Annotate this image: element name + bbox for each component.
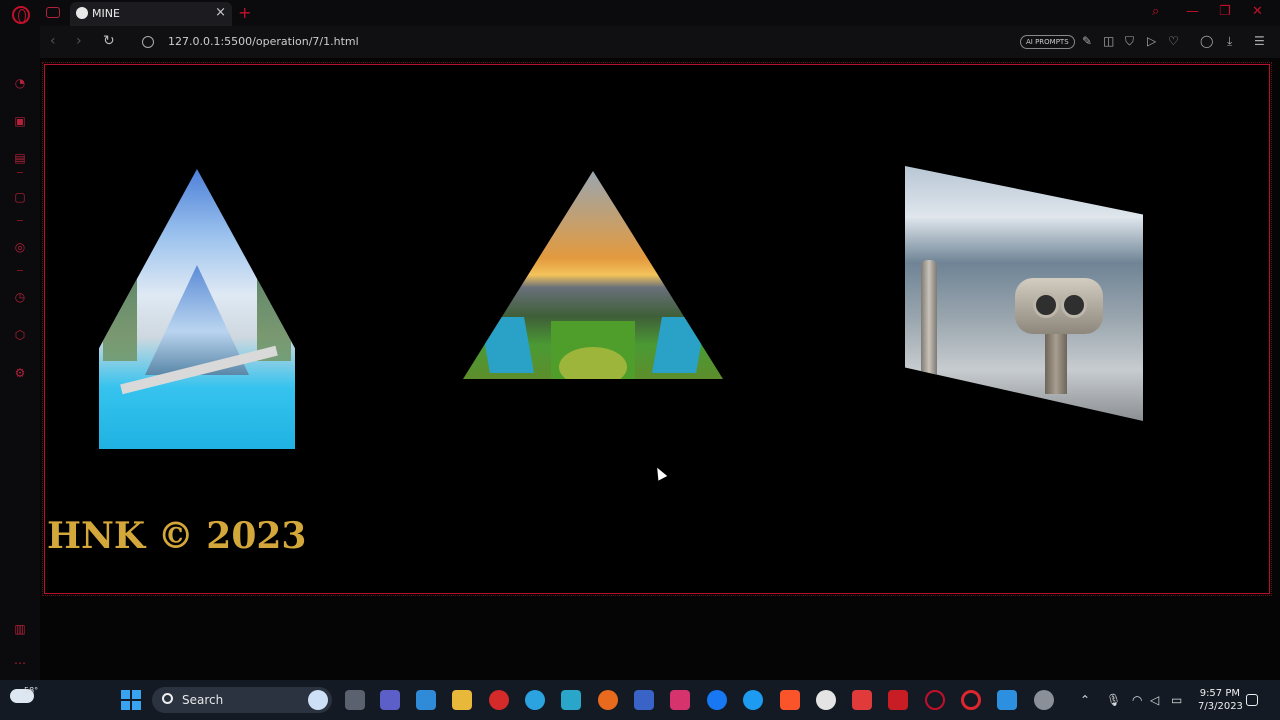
facebook-icon[interactable] bbox=[707, 690, 727, 710]
speed-dial-icon[interactable]: ◔ bbox=[13, 76, 27, 90]
search-icon bbox=[162, 693, 173, 704]
url-field[interactable]: 127.0.0.1:5500/operation/7/1.html bbox=[168, 35, 359, 48]
history-icon[interactable]: ◷ bbox=[13, 290, 27, 304]
image-detail bbox=[480, 317, 534, 373]
tab-mine[interactable]: MINE × bbox=[70, 2, 232, 26]
app-badge-icon[interactable] bbox=[1034, 690, 1054, 710]
clock-time: 9:57 PM bbox=[1199, 688, 1240, 699]
camera-icon[interactable]: ◫ bbox=[1103, 34, 1114, 48]
taskbar: 58° Search ⌃ 🎙 ◠ ◁ ▭ 9:57 PM 7/3/2023 bbox=[0, 680, 1280, 720]
battery-icon[interactable]: ▭ bbox=[1171, 693, 1182, 707]
wps-icon[interactable] bbox=[888, 690, 908, 710]
file-explorer-icon[interactable] bbox=[452, 690, 472, 710]
chat-icon[interactable] bbox=[380, 690, 400, 710]
vscode-icon[interactable] bbox=[997, 690, 1017, 710]
new-tab-button[interactable]: + bbox=[238, 3, 251, 22]
footer-copyright: HNK © 2023 bbox=[47, 515, 307, 557]
bing-icon bbox=[308, 690, 328, 710]
s-app-icon[interactable] bbox=[852, 690, 872, 710]
search-label: Search bbox=[182, 693, 224, 707]
forward-button[interactable]: › bbox=[76, 33, 82, 49]
sidebar: ◔ ▣ ▤ ▢ ◎ ◷ ⬡ ⚙ ▥ ⋯ bbox=[0, 26, 40, 680]
image-detail bbox=[559, 347, 627, 379]
task-view-icon[interactable] bbox=[345, 690, 365, 710]
more-icon[interactable]: ⋯ bbox=[13, 656, 27, 670]
workspace-icon[interactable]: ▣ bbox=[13, 114, 27, 128]
pinboard-icon[interactable]: ◎ bbox=[13, 240, 27, 254]
edge-icon[interactable] bbox=[525, 690, 545, 710]
tray-chevron-icon[interactable]: ⌃ bbox=[1080, 693, 1090, 707]
extensions-icon[interactable]: ⬡ bbox=[13, 328, 27, 342]
mail-icon[interactable] bbox=[416, 690, 436, 710]
l-app-icon[interactable] bbox=[561, 690, 581, 710]
image-detail bbox=[921, 260, 937, 390]
tab-title: MINE bbox=[92, 7, 120, 20]
image-detail bbox=[103, 261, 137, 361]
opera-icon[interactable] bbox=[961, 690, 981, 710]
heart-icon[interactable]: ♡ bbox=[1168, 34, 1179, 48]
taskbar-search[interactable]: Search bbox=[152, 687, 332, 713]
play-icon[interactable]: ▷ bbox=[1147, 34, 1156, 48]
page-viewport: HNK © 2023 bbox=[42, 62, 1272, 596]
start-button[interactable] bbox=[121, 690, 141, 710]
opera-menu-icon[interactable] bbox=[12, 6, 30, 24]
tab-close-button[interactable]: × bbox=[215, 5, 226, 20]
instagram-icon[interactable]: ▢ bbox=[13, 190, 27, 204]
instagram-taskbar-icon[interactable] bbox=[670, 690, 690, 710]
weather-temp: 58° bbox=[24, 686, 39, 695]
notifications-icon[interactable] bbox=[1246, 694, 1258, 706]
app-icon[interactable] bbox=[634, 690, 654, 710]
brave-icon[interactable] bbox=[780, 690, 800, 710]
clock[interactable]: 9:57 PM 7/3/2023 bbox=[1198, 687, 1243, 713]
close-window-button[interactable]: ✕ bbox=[1252, 4, 1263, 19]
wifi-icon[interactable]: ◠ bbox=[1132, 693, 1142, 707]
image-detail bbox=[652, 317, 706, 373]
sidebar-divider bbox=[17, 172, 23, 173]
ai-prompts-button[interactable]: AI PROMPTS bbox=[1020, 35, 1075, 49]
clock-date: 7/3/2023 bbox=[1198, 701, 1243, 712]
settings-icon[interactable]: ⚙ bbox=[13, 366, 27, 380]
globe-icon bbox=[76, 7, 88, 19]
shield-icon[interactable]: ⛉ bbox=[1125, 34, 1134, 49]
chrome-icon[interactable] bbox=[816, 690, 836, 710]
skewed-panel-image bbox=[905, 166, 1143, 421]
tab-islands-icon[interactable] bbox=[46, 7, 60, 18]
sidebar-divider bbox=[17, 270, 23, 271]
opera-gx-icon[interactable] bbox=[925, 690, 945, 710]
search-tabs-icon[interactable]: ⌕ bbox=[1152, 4, 1159, 19]
back-button[interactable]: ‹ bbox=[50, 33, 56, 49]
download-icon[interactable]: ⤓ bbox=[1227, 34, 1232, 49]
recorder-icon[interactable] bbox=[489, 690, 509, 710]
twitch-icon[interactable]: ▤ bbox=[13, 151, 27, 165]
restore-button[interactable]: ❐ bbox=[1219, 4, 1231, 19]
image-detail bbox=[1045, 334, 1067, 394]
volume-icon[interactable]: ◁ bbox=[1150, 693, 1159, 707]
mouse-cursor bbox=[652, 465, 668, 481]
pentagon-house-image bbox=[99, 169, 295, 449]
site-info-icon[interactable] bbox=[142, 36, 154, 48]
twitter-icon[interactable] bbox=[743, 690, 763, 710]
easy-setup-icon[interactable]: ☰ bbox=[1254, 34, 1265, 48]
firefox-icon[interactable] bbox=[598, 690, 618, 710]
sidebar-divider bbox=[17, 220, 23, 221]
microphone-icon[interactable]: 🎙 bbox=[1106, 693, 1121, 707]
image-detail bbox=[1015, 278, 1103, 334]
profile-icon[interactable]: ◯ bbox=[1200, 34, 1213, 48]
address-bar: ‹ › ↻ 127.0.0.1:5500/operation/7/1.html … bbox=[40, 26, 1280, 58]
screen: MINE × + ⌕ — ❐ ✕ ‹ › ↻ 127.0.0.1:5500/op… bbox=[0, 0, 1280, 720]
minimize-button[interactable]: — bbox=[1186, 4, 1199, 19]
tab-bar: MINE × + ⌕ — ❐ ✕ bbox=[0, 0, 1280, 26]
edit-icon[interactable]: ✎ bbox=[1082, 34, 1092, 48]
triangle-image bbox=[463, 171, 723, 379]
reload-button[interactable]: ↻ bbox=[103, 33, 115, 49]
sidebar-bottom-icon[interactable]: ▥ bbox=[13, 622, 27, 636]
